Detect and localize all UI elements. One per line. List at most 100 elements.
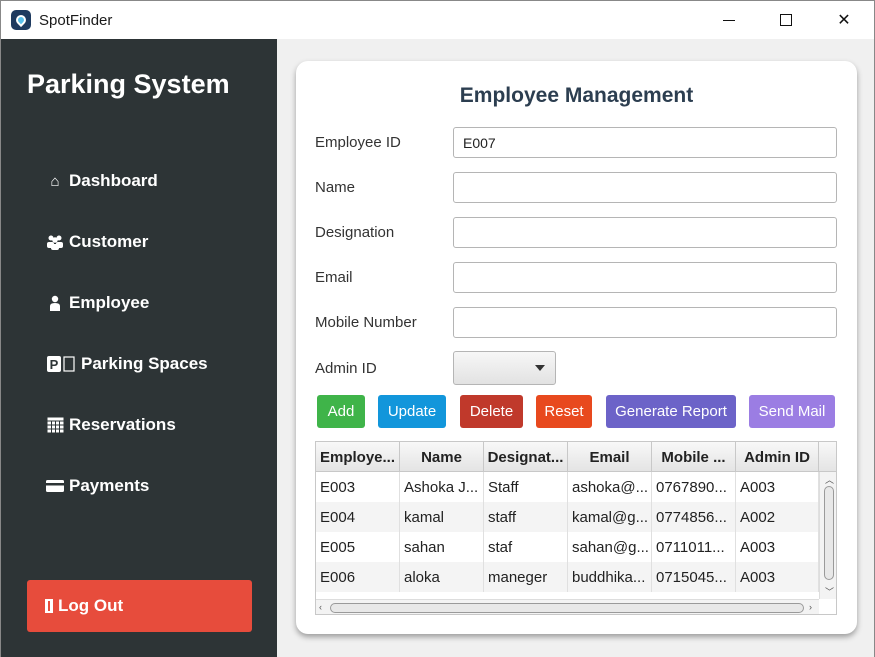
- minimize-icon: [723, 19, 735, 21]
- table-cell: buddhika...: [568, 562, 652, 592]
- home-icon: ⌂: [50, 172, 60, 190]
- horizontal-scroll-thumb[interactable]: [330, 603, 804, 613]
- users-icon: [46, 233, 64, 251]
- table-cell: aloka: [400, 562, 484, 592]
- name-label: Name: [315, 179, 356, 196]
- column-header-admin-id[interactable]: Admin ID: [736, 442, 819, 472]
- delete-button[interactable]: Delete: [460, 395, 523, 428]
- sidebar-item-parking-spaces[interactable]: P Parking Spaces: [46, 352, 208, 376]
- scroll-up-icon[interactable]: ︿: [825, 473, 834, 486]
- generate-report-button[interactable]: Generate Report: [606, 395, 736, 428]
- column-header-mobile[interactable]: Mobile ...: [652, 442, 736, 472]
- column-header-name[interactable]: Name: [400, 442, 484, 472]
- table-cell: E006: [316, 562, 400, 592]
- sidebar-item-payments[interactable]: Payments: [46, 474, 149, 498]
- table-cell: maneger: [484, 562, 568, 592]
- column-header-employee-id[interactable]: Employe...: [316, 442, 400, 472]
- table-cell: 0767890...: [652, 472, 736, 502]
- admin-id-select[interactable]: [453, 351, 556, 385]
- logout-label: Log Out: [58, 596, 124, 615]
- designation-field[interactable]: [453, 217, 837, 248]
- reset-button[interactable]: Reset: [536, 395, 592, 428]
- table-cell: kamal@g...: [568, 502, 652, 532]
- user-icon: [46, 294, 64, 312]
- email-label: Email: [315, 269, 353, 286]
- table-row[interactable]: E003 Ashoka J... Staff ashoka@... 076789…: [316, 472, 819, 502]
- employee-id-label: Employee ID: [315, 134, 401, 151]
- app-logo-icon: [11, 10, 31, 30]
- table-header-corner: [819, 442, 836, 472]
- sidebar-item-label: Employee: [69, 293, 150, 312]
- chevron-down-icon: [535, 365, 545, 371]
- designation-label: Designation: [315, 224, 395, 241]
- scroll-right-icon[interactable]: ›: [809, 602, 812, 612]
- vertical-scroll-thumb[interactable]: [824, 486, 834, 580]
- employee-form-card: Employee Management Employee ID E007 Nam…: [296, 61, 857, 634]
- table-cell: A003: [736, 472, 819, 502]
- logout-icon: [44, 597, 54, 615]
- sidebar-item-label: Dashboard: [69, 171, 158, 190]
- column-header-designation[interactable]: Designat...: [484, 442, 568, 472]
- update-button[interactable]: Update: [378, 395, 446, 428]
- scroll-left-icon[interactable]: ‹: [319, 602, 322, 612]
- table-row[interactable]: E005 sahan staf sahan@g... 0711011... A0…: [316, 532, 819, 562]
- table-row[interactable]: E004 kamal staff kamal@g... 0774856... A…: [316, 502, 819, 532]
- minimize-button[interactable]: [706, 1, 752, 39]
- calendar-icon: [46, 416, 64, 434]
- table-cell: A003: [736, 562, 819, 592]
- sidebar-item-customer[interactable]: Customer: [46, 230, 148, 254]
- employee-id-field[interactable]: E007: [453, 127, 837, 158]
- main-content: Employee Management Employee ID E007 Nam…: [277, 39, 874, 657]
- sidebar-item-employee[interactable]: Employee: [46, 291, 149, 315]
- credit-card-icon: [46, 477, 64, 495]
- admin-id-label: Admin ID: [315, 360, 377, 377]
- mobile-number-label: Mobile Number: [315, 314, 417, 331]
- table-cell: E004: [316, 502, 400, 532]
- sidebar-item-label: Payments: [69, 476, 150, 495]
- table-cell: Ashoka J...: [400, 472, 484, 502]
- svg-text:P: P: [50, 357, 59, 372]
- scroll-down-icon[interactable]: ﹀: [825, 585, 834, 598]
- logout-button[interactable]: Log Out: [27, 580, 252, 632]
- table-header: Employe... Name Designat... Email Mobile…: [316, 442, 819, 472]
- maximize-button[interactable]: [763, 1, 809, 39]
- close-button[interactable]: ✕: [821, 1, 867, 39]
- mobile-number-field[interactable]: [453, 307, 837, 338]
- table-cell: staf: [484, 532, 568, 562]
- sidebar-item-label: Customer: [69, 232, 149, 251]
- employee-table[interactable]: Employe... Name Designat... Email Mobile…: [315, 441, 837, 615]
- page-title: Employee Management: [459, 84, 694, 107]
- table-cell: sahan@g...: [568, 532, 652, 562]
- sidebar-item-label: Reservations: [69, 415, 176, 434]
- table-cell: E005: [316, 532, 400, 562]
- table-cell: kamal: [400, 502, 484, 532]
- table-cell: Staff: [484, 472, 568, 502]
- table-cell: 0715045...: [652, 562, 736, 592]
- table-cell: sahan: [400, 532, 484, 562]
- send-mail-button[interactable]: Send Mail: [749, 395, 835, 428]
- table-body: E003 Ashoka J... Staff ashoka@... 076789…: [316, 472, 819, 592]
- table-cell: ashoka@...: [568, 472, 652, 502]
- app-window: SpotFinder ✕ Parking System ⌂ Dashboard …: [0, 0, 875, 657]
- name-field[interactable]: [453, 172, 837, 203]
- title-bar: SpotFinder ✕: [1, 1, 874, 39]
- close-icon: ✕: [837, 12, 851, 29]
- table-cell: staff: [484, 502, 568, 532]
- table-cell: 0711011...: [652, 532, 736, 562]
- email-field[interactable]: [453, 262, 837, 293]
- add-button[interactable]: Add: [317, 395, 365, 428]
- sidebar-item-label: Parking Spaces: [81, 354, 208, 373]
- maximize-icon: [780, 14, 792, 26]
- table-row[interactable]: E006 aloka maneger buddhika... 0715045..…: [316, 562, 819, 592]
- sidebar: Parking System ⌂ Dashboard Customer Empl…: [1, 39, 277, 657]
- table-cell: 0774856...: [652, 502, 736, 532]
- sidebar-item-reservations[interactable]: Reservations: [46, 413, 176, 437]
- parking-icon: P: [46, 355, 76, 373]
- column-header-email[interactable]: Email: [568, 442, 652, 472]
- horizontal-scrollbar[interactable]: ‹ ›: [316, 599, 819, 614]
- sidebar-title: Parking System: [27, 69, 230, 99]
- table-cell: A002: [736, 502, 819, 532]
- vertical-scrollbar[interactable]: ︿ ﹀: [819, 472, 836, 599]
- sidebar-item-dashboard[interactable]: ⌂ Dashboard: [46, 169, 158, 193]
- table-cell: E003: [316, 472, 400, 502]
